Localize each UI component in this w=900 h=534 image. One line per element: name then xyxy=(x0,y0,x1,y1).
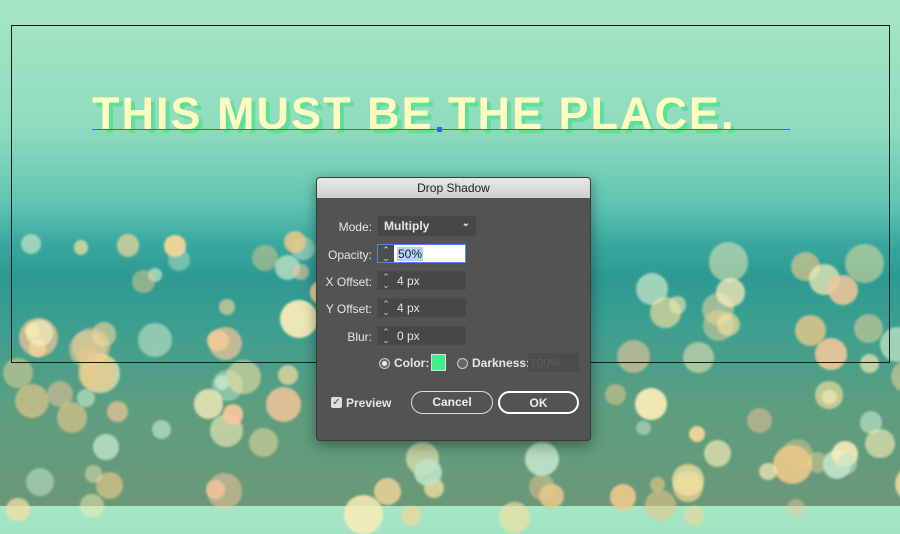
bokeh-light xyxy=(837,453,858,474)
bokeh-light xyxy=(83,367,98,382)
drop-shadow-dialog: Drop Shadow Mode: Multiply ⌄ Opacity: ⌃ ⌄… xyxy=(316,177,591,441)
x-offset-stepper-icon[interactable]: ⌃ ⌄ xyxy=(378,272,394,290)
mode-label: Mode: xyxy=(338,220,372,234)
bokeh-light xyxy=(15,383,50,419)
preview-label: Preview xyxy=(346,396,392,410)
opacity-stepper-icon[interactable]: ⌃ ⌄ xyxy=(378,245,394,263)
cancel-button[interactable]: Cancel xyxy=(411,391,493,414)
bokeh-light xyxy=(107,401,128,422)
opacity-field[interactable]: ⌃ ⌄ 50% xyxy=(377,244,466,263)
opacity-value: 50% xyxy=(397,247,424,261)
bokeh-light xyxy=(226,360,261,395)
headline-text[interactable]: THIS MUST BE THE PLACE. xyxy=(92,88,736,140)
darkness-radio[interactable] xyxy=(457,358,468,369)
blur-value: 0 px xyxy=(397,329,420,343)
bokeh-light xyxy=(193,389,224,419)
bokeh-light xyxy=(151,419,171,439)
bokeh-light xyxy=(539,484,564,509)
y-offset-value: 4 px xyxy=(397,301,420,315)
y-offset-stepper-icon[interactable]: ⌃ ⌄ xyxy=(378,299,394,317)
mode-select[interactable]: Multiply ⌄ xyxy=(378,216,476,236)
bokeh-light xyxy=(265,387,301,423)
x-offset-field[interactable]: ⌃ ⌄ 4 px xyxy=(377,271,466,290)
bokeh-light xyxy=(781,439,813,470)
chevron-down-icon: ⌄ xyxy=(461,218,470,229)
bokeh-light xyxy=(92,433,119,460)
bokeh-light xyxy=(865,428,896,459)
bokeh-light xyxy=(895,465,900,502)
bokeh-light xyxy=(278,365,299,386)
blur-label: Blur: xyxy=(347,330,372,344)
blur-field[interactable]: ⌃ ⌄ 0 px xyxy=(377,326,466,345)
bokeh-light xyxy=(689,426,706,443)
bokeh-light xyxy=(704,440,732,468)
bokeh-light xyxy=(6,497,30,522)
bokeh-light xyxy=(604,384,626,406)
bokeh-light xyxy=(635,387,668,420)
ok-button[interactable]: OK xyxy=(498,391,579,414)
bokeh-light xyxy=(401,505,422,527)
bokeh-light xyxy=(206,480,225,499)
bokeh-light xyxy=(786,499,806,518)
opacity-label: Opacity: xyxy=(327,248,372,262)
text-anchor-point[interactable] xyxy=(437,127,442,132)
dialog-title: Drop Shadow xyxy=(317,178,590,198)
bokeh-light xyxy=(684,505,704,526)
bokeh-light xyxy=(758,462,777,481)
blur-stepper-icon[interactable]: ⌃ ⌄ xyxy=(378,327,394,345)
preview-checkbox[interactable]: ✓ xyxy=(331,397,342,408)
darkness-value: 100% xyxy=(530,356,561,370)
bokeh-light xyxy=(636,420,651,436)
x-offset-value: 4 px xyxy=(397,274,420,288)
y-offset-field[interactable]: ⌃ ⌄ 4 px xyxy=(377,298,466,317)
bokeh-light xyxy=(672,463,705,496)
bokeh-light xyxy=(822,389,837,405)
bokeh-light xyxy=(26,468,54,497)
bokeh-light xyxy=(414,458,442,487)
bokeh-light xyxy=(344,495,383,534)
x-offset-label: X Offset: xyxy=(325,275,372,289)
darkness-label: Darkness: xyxy=(472,356,531,370)
y-offset-label: Y Offset: xyxy=(325,302,372,316)
color-radio[interactable] xyxy=(379,358,390,369)
shadow-color-swatch[interactable] xyxy=(431,354,446,371)
color-label: Color: xyxy=(394,356,430,370)
bokeh-light xyxy=(248,428,278,458)
bokeh-light xyxy=(891,360,900,392)
bokeh-light xyxy=(214,375,229,390)
darkness-field[interactable]: 100% xyxy=(528,353,579,372)
bokeh-light xyxy=(223,404,244,425)
bokeh-light xyxy=(84,465,103,483)
bokeh-light xyxy=(524,442,559,477)
mode-value: Multiply xyxy=(384,219,430,233)
bokeh-light xyxy=(56,402,88,433)
bokeh-light xyxy=(746,407,772,434)
bokeh-light xyxy=(499,502,531,534)
